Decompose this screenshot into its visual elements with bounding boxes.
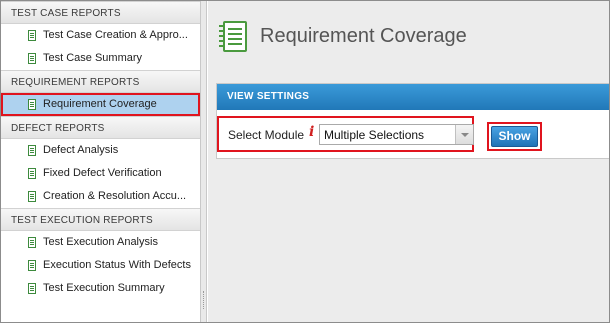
view-settings-panel: VIEW SETTINGS Select Module i Multiple S… <box>216 83 609 159</box>
main-content: Requirement Coverage VIEW SETTINGS Selec… <box>208 1 609 322</box>
sidebar-item-label: Test Case Summary <box>43 52 143 64</box>
sidebar-item-label: Test Execution Analysis <box>43 236 158 248</box>
sidebar-item-label: Requirement Coverage <box>43 98 157 110</box>
report-document-icon <box>28 260 36 271</box>
splitter-grip-icon <box>203 291 204 309</box>
sidebar-item-creation-resolution[interactable]: Creation & Resolution Accu... <box>1 185 200 208</box>
sidebar-item-test-execution-analysis[interactable]: Test Execution Analysis <box>1 231 200 254</box>
sidebar-item-defect-analysis[interactable]: Defect Analysis <box>1 139 200 162</box>
reports-sidebar: TEST CASE REPORTS Test Case Creation & A… <box>1 1 200 322</box>
show-button-highlight: Show <box>487 122 542 151</box>
app-window: TEST CASE REPORTS Test Case Creation & A… <box>0 0 610 323</box>
sidebar-item-label: Fixed Defect Verification <box>43 167 162 179</box>
sidebar-item-requirement-coverage[interactable]: Requirement Coverage <box>1 93 200 116</box>
report-document-icon <box>28 53 36 64</box>
report-document-icon <box>28 168 36 179</box>
required-info-icon: i <box>309 124 315 140</box>
sidebar-item-execution-status-with-defects[interactable]: Execution Status With Defects <box>1 254 200 277</box>
section-header-test-case-reports: TEST CASE REPORTS <box>1 1 200 24</box>
report-document-icon <box>28 99 36 110</box>
sidebar-item-label: Test Execution Summary <box>43 282 165 294</box>
chevron-down-icon[interactable] <box>455 125 473 144</box>
select-module-label: Select Module <box>228 128 305 142</box>
module-select-value: Multiple Selections <box>324 128 425 142</box>
sidebar-item-label: Defect Analysis <box>43 144 119 156</box>
view-settings-header: VIEW SETTINGS <box>217 84 609 110</box>
module-select[interactable]: Multiple Selections <box>319 124 474 145</box>
sidebar-item-test-execution-summary[interactable]: Test Execution Summary <box>1 277 200 300</box>
sidebar-item-test-case-creation[interactable]: Test Case Creation & Appro... <box>1 24 200 47</box>
document-report-icon <box>219 21 247 52</box>
section-header-defect-reports: DEFECT REPORTS <box>1 116 200 139</box>
report-document-icon <box>28 145 36 156</box>
report-document-icon <box>28 283 36 294</box>
sidebar-item-fixed-defect-verification[interactable]: Fixed Defect Verification <box>1 162 200 185</box>
report-document-icon <box>28 30 36 41</box>
show-button[interactable]: Show <box>491 126 538 147</box>
select-module-group: Select Module i Multiple Selections <box>217 116 474 152</box>
page-title: Requirement Coverage <box>260 25 467 47</box>
section-header-requirement-reports: REQUIREMENT REPORTS <box>1 70 200 93</box>
sidebar-item-label: Test Case Creation & Appro... <box>43 29 188 41</box>
sidebar-item-label: Creation & Resolution Accu... <box>43 190 187 202</box>
section-header-test-execution-reports: TEST EXECUTION REPORTS <box>1 208 200 231</box>
report-document-icon <box>28 191 36 202</box>
report-document-icon <box>28 237 36 248</box>
sidebar-item-test-case-summary[interactable]: Test Case Summary <box>1 47 200 70</box>
sidebar-splitter[interactable] <box>200 1 207 322</box>
sidebar-item-label: Execution Status With Defects <box>43 259 191 271</box>
